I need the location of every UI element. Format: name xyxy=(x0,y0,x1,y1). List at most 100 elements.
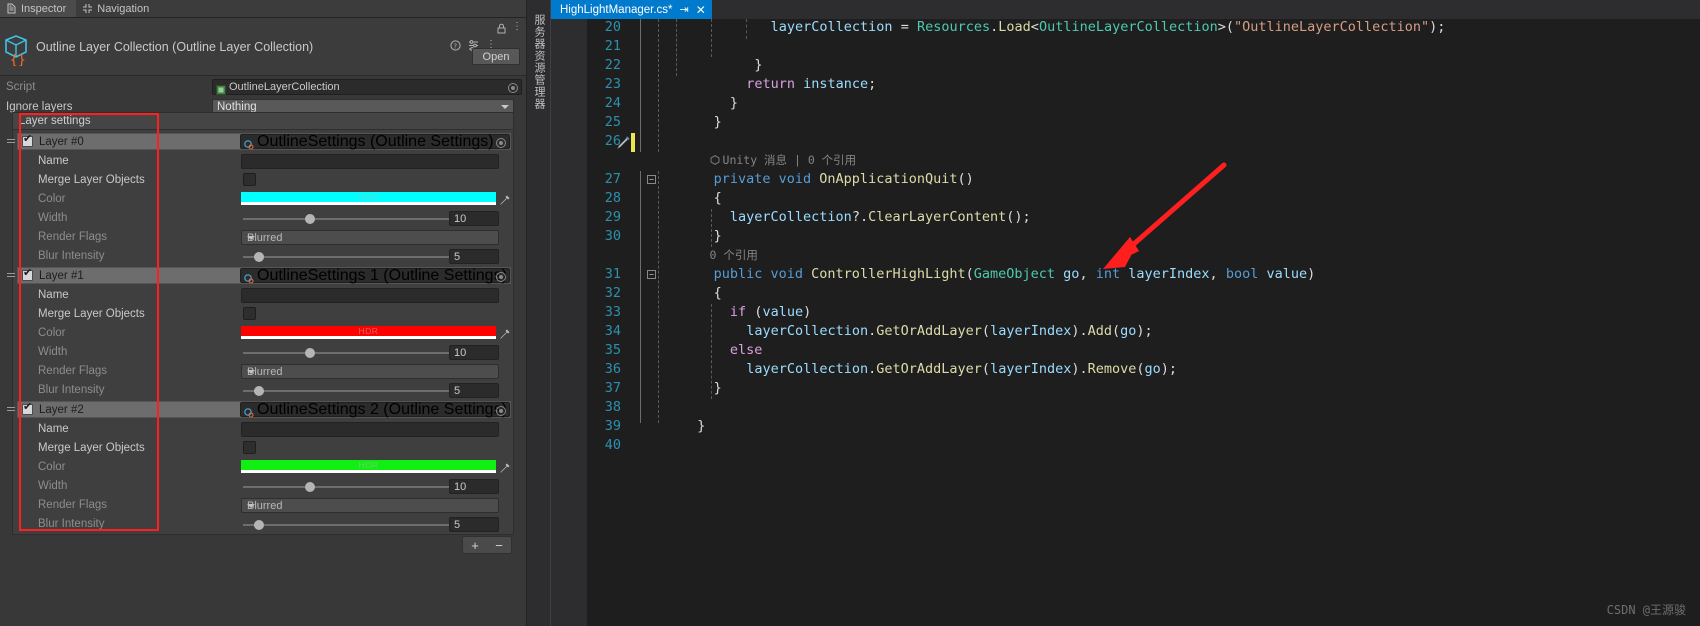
script-label: Script xyxy=(6,81,36,93)
layer-settings-object-field[interactable]: OutlineSettings 2 (Outline Settings) xyxy=(240,401,510,418)
blur-intensity-slider-knob[interactable] xyxy=(254,520,264,530)
eyedropper-icon[interactable] xyxy=(499,461,511,473)
color-row: Color HDR xyxy=(13,458,513,477)
code-line[interactable]: 30} xyxy=(551,228,1700,247)
blur-intensity-slider-knob[interactable] xyxy=(254,252,264,262)
codelens-text[interactable]: Unity 消息 | 0 个引用 xyxy=(681,152,856,168)
tab-highlightmanager-cs[interactable]: HighLightManager.cs* ⇥ ✕ xyxy=(551,0,712,19)
object-picker-icon[interactable] xyxy=(508,83,518,93)
code-line[interactable]: 32 { xyxy=(551,285,1700,304)
layer-enabled-checkbox[interactable] xyxy=(22,402,33,415)
blur-intensity-value-box[interactable]: 5 xyxy=(449,249,499,264)
blur-intensity-slider[interactable] xyxy=(243,520,463,530)
close-icon[interactable]: ✕ xyxy=(696,3,706,17)
color-swatch[interactable]: HDR xyxy=(241,326,496,339)
width-value-box[interactable]: 10 xyxy=(449,211,499,226)
code-line[interactable]: 23 return instance; xyxy=(551,76,1700,95)
code-line[interactable]: 26 xyxy=(551,133,1700,152)
width-slider[interactable] xyxy=(243,482,463,492)
width-slider-knob[interactable] xyxy=(304,482,315,492)
remove-layer-button[interactable]: − xyxy=(487,537,511,553)
fold-toggle-icon[interactable]: − xyxy=(647,270,656,279)
width-slider-knob[interactable] xyxy=(304,348,315,358)
width-value-box[interactable]: 10 xyxy=(449,345,499,360)
blur-intensity-slider[interactable] xyxy=(243,386,463,396)
drag-handle-icon[interactable] xyxy=(7,139,15,145)
layer-name-input[interactable] xyxy=(241,422,499,437)
code-line[interactable]: 31 − public void ControllerHighLight(GameO… xyxy=(551,266,1700,285)
code-line[interactable]: 24} xyxy=(551,95,1700,114)
codelens-row[interactable]: Unity 消息 | 0 个引用 xyxy=(551,152,1700,171)
color-swatch[interactable]: HDR xyxy=(241,192,496,205)
drag-handle-icon[interactable] xyxy=(7,407,15,413)
layer-name-input[interactable] xyxy=(241,288,499,303)
code-line[interactable]: 35 else xyxy=(551,342,1700,361)
add-layer-button[interactable]: + xyxy=(463,537,487,553)
width-slider-knob[interactable] xyxy=(304,214,315,224)
layer-enabled-checkbox[interactable] xyxy=(22,134,33,147)
code-line[interactable]: 28 { xyxy=(551,190,1700,209)
merge-layer-objects-checkbox[interactable] xyxy=(243,441,256,454)
line-number: 35 xyxy=(604,342,621,358)
tab-navigation[interactable]: Navigation xyxy=(76,0,159,17)
code-line[interactable]: 27 − private void OnApplicationQuit() xyxy=(551,171,1700,190)
layer-name-label: Layer #2 xyxy=(39,403,84,416)
render-flags-dropdown[interactable]: Blurred xyxy=(241,364,499,379)
server-explorer-strip[interactable]: 服务器资源管理器 xyxy=(527,0,551,626)
code-line[interactable]: 22} xyxy=(551,57,1700,76)
codelens-row[interactable]: 0 个引用 xyxy=(551,247,1700,266)
code-line[interactable]: 33 if (value) xyxy=(551,304,1700,323)
code-line[interactable]: 40 xyxy=(551,437,1700,456)
width-slider[interactable] xyxy=(243,214,463,224)
fold-toggle-icon[interactable]: − xyxy=(647,175,656,184)
object-picker-icon[interactable] xyxy=(496,272,506,282)
code-line[interactable]: 25} xyxy=(551,114,1700,133)
object-picker-icon[interactable] xyxy=(496,138,506,148)
code-line[interactable]: 39} xyxy=(551,418,1700,437)
lock-icon[interactable] xyxy=(497,21,506,34)
code-line[interactable]: 29 layerCollection?.ClearLayerContent(); xyxy=(551,209,1700,228)
layer-settings-object-field[interactable]: OutlineSettings (Outline Settings) xyxy=(240,133,510,150)
blur-intensity-value-box[interactable]: 5 xyxy=(449,517,499,532)
kebab-menu-icon[interactable]: ⋮ xyxy=(512,21,522,32)
layer-enabled-checkbox[interactable] xyxy=(22,268,33,281)
script-asset-icon: {} xyxy=(2,34,32,68)
blur-intensity-value-box[interactable]: 5 xyxy=(449,383,499,398)
layer-settings-object-field[interactable]: OutlineSettings 1 (Outline Settings) xyxy=(240,267,510,284)
color-swatch[interactable]: HDR xyxy=(241,460,496,473)
layer-header[interactable]: Layer #1 OutlineSettings 1 (Outline Setti… xyxy=(7,267,511,284)
eyedropper-icon[interactable] xyxy=(499,193,511,205)
code-surface[interactable]: 20 layerCollection = Resources.Load<Outli… xyxy=(551,19,1700,626)
width-slider[interactable] xyxy=(243,348,463,358)
code-line[interactable]: 20 layerCollection = Resources.Load<Outli… xyxy=(551,19,1700,38)
pin-icon[interactable]: ⇥ xyxy=(680,3,689,16)
code-line[interactable]: 21 xyxy=(551,38,1700,57)
blur-intensity-slider-knob[interactable] xyxy=(254,386,264,396)
tab-inspector[interactable]: Inspector xyxy=(0,0,77,17)
blur-intensity-slider[interactable] xyxy=(243,252,463,262)
code-line[interactable]: 37} xyxy=(551,380,1700,399)
merge-layer-objects-checkbox[interactable] xyxy=(243,307,256,320)
code-line[interactable]: 38 xyxy=(551,399,1700,418)
layer-header[interactable]: Layer #0 OutlineSettings (Outline Setting… xyxy=(7,133,511,150)
layer-header[interactable]: Layer #2 OutlineSettings 2 (Outline Setti… xyxy=(7,401,511,418)
width-value-box[interactable]: 10 xyxy=(449,479,499,494)
script-object-field[interactable]: OutlineLayerCollection xyxy=(212,79,522,95)
layer-name-input[interactable] xyxy=(241,154,499,169)
drag-handle-icon[interactable] xyxy=(7,273,15,279)
codelens-text[interactable]: 0 个引用 xyxy=(681,247,758,263)
code-text: layerCollection?.ClearLayerContent(); xyxy=(729,209,1031,225)
render-flags-dropdown[interactable]: Blurred xyxy=(241,498,499,513)
render-flags-row-label: Render Flags xyxy=(38,231,108,243)
eyedropper-icon[interactable] xyxy=(499,327,511,339)
object-picker-icon[interactable] xyxy=(496,406,506,416)
help-icon[interactable]: ? xyxy=(450,40,461,54)
open-button[interactable]: Open xyxy=(472,48,520,65)
render-flags-dropdown[interactable]: Blurred xyxy=(241,230,499,245)
layer-name-label: Layer #0 xyxy=(39,135,84,148)
code-line[interactable]: 36 layerCollection.GetOrAddLayer(layerInd… xyxy=(551,361,1700,380)
merge-layer-objects-checkbox[interactable] xyxy=(243,173,256,186)
line-number: 25 xyxy=(604,114,621,130)
code-line[interactable]: 34 layerCollection.GetOrAddLayer(layerInd… xyxy=(551,323,1700,342)
color-row-label: Color xyxy=(38,327,66,339)
